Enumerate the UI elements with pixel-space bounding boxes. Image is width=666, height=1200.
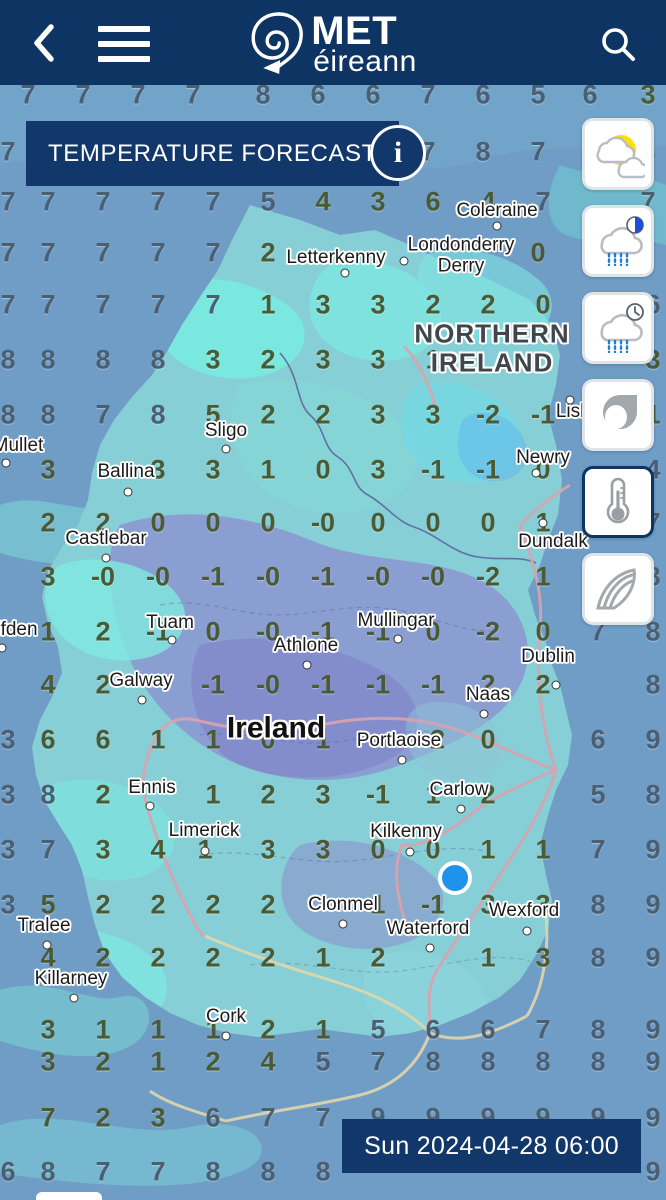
- logo-secondary-text: éireann: [313, 44, 417, 78]
- weather-forecast-layer-button[interactable]: [582, 118, 654, 190]
- hamburger-bar: [98, 41, 150, 47]
- place-marker-dot: [456, 804, 466, 814]
- place-label: Galway: [109, 670, 173, 691]
- chevron-left-icon: [34, 24, 54, 62]
- cloud-rain-radar-icon: [600, 216, 644, 266]
- current-location-marker[interactable]: [438, 861, 472, 895]
- place-label: Clifden: [0, 619, 38, 640]
- place-label: Letterkenny: [286, 247, 386, 268]
- place-marker-dot: [145, 801, 155, 811]
- app-header: MET éireann: [0, 0, 666, 85]
- place-label: Clonmel: [308, 894, 378, 915]
- place-marker-dot: [531, 468, 541, 478]
- place-label: Carlow: [429, 779, 489, 800]
- place-label: Limerick: [168, 820, 240, 841]
- place-label: Portlaoise: [356, 730, 442, 751]
- back-button[interactable]: [22, 22, 64, 64]
- place-marker-dot: [479, 709, 489, 719]
- place-label: Killarney: [34, 968, 108, 989]
- place-label: Mullet: [0, 435, 44, 456]
- rainfall-radar-layer-button[interactable]: [582, 205, 654, 277]
- place-marker-dot: [221, 1031, 231, 1041]
- place-marker-dot: [338, 919, 348, 929]
- wind-swirl-icon: [596, 568, 636, 610]
- place-label: Sligo: [204, 420, 248, 441]
- place-label: Kilkenny: [370, 821, 442, 842]
- place-label: Tralee: [17, 915, 71, 936]
- place-marker-dot: [399, 256, 409, 266]
- place-label: Ennis: [128, 777, 176, 798]
- place-label: Tuam: [146, 612, 194, 633]
- place-label: Londonderry Derry: [407, 234, 515, 276]
- place-marker-dot: [522, 926, 532, 936]
- lightning-layer-button[interactable]: [582, 379, 654, 451]
- place-label: Coleraine: [456, 200, 538, 221]
- info-button[interactable]: i: [370, 125, 426, 181]
- place-label: Dundalk: [518, 531, 588, 552]
- place-marker-dot: [200, 846, 210, 856]
- place-marker-dot: [101, 553, 111, 563]
- thermometer-icon: [606, 477, 630, 524]
- place-label: Naas: [465, 684, 511, 705]
- search-button[interactable]: [596, 22, 640, 66]
- menu-button[interactable]: [98, 26, 150, 62]
- weather-map-screen: 7777866765637678737777754364777777720777…: [0, 0, 666, 1200]
- place-label: Cork: [205, 1006, 247, 1027]
- place-label: Mullingar: [357, 610, 435, 631]
- place-marker-dot: [565, 395, 575, 405]
- place-marker-dot: [393, 634, 403, 644]
- hamburger-bar: [98, 26, 150, 32]
- place-marker-dot: [69, 993, 79, 1003]
- place-marker-dot: [340, 268, 350, 278]
- place-marker-dot: [405, 847, 415, 857]
- place-label: Athlone: [273, 635, 339, 656]
- place-label: Waterford: [386, 918, 470, 939]
- place-marker-dot: [221, 444, 231, 454]
- place-marker-dot: [538, 518, 548, 528]
- timestamp-text: Sun 2024-04-28 06:00: [364, 1131, 619, 1160]
- met-spiral-logo-icon: [251, 12, 303, 74]
- place-marker-dot: [123, 487, 133, 497]
- wind-layer-button[interactable]: [582, 553, 654, 625]
- place-label: Ballina: [97, 461, 155, 482]
- place-label: Wexford: [488, 900, 560, 921]
- cloud-rain-clock-icon: [600, 303, 644, 353]
- country-label-northern-ireland: NORTHERN IRELAND: [414, 318, 570, 377]
- place-marker-dot: [551, 680, 561, 690]
- place-marker-dot: [1, 458, 11, 468]
- place-marker-dot: [492, 221, 502, 231]
- place-marker-dot: [302, 660, 312, 670]
- country-label-ireland: Ireland: [226, 711, 326, 745]
- place-label: Newry: [516, 447, 570, 468]
- sun-cloud-icon: [596, 135, 645, 179]
- map-layer-switcher[interactable]: [582, 118, 654, 625]
- forecast-title-banner: TEMPERATURE FORECAST: [26, 121, 399, 186]
- droplet-icon: [603, 395, 637, 429]
- place-marker-dot: [42, 940, 52, 950]
- met-eireann-logo: MET éireann: [249, 10, 417, 78]
- forecast-timestamp: Sun 2024-04-28 06:00: [342, 1119, 641, 1173]
- temperature-layer-button[interactable]: [582, 466, 654, 538]
- bottom-handle: [36, 1192, 102, 1200]
- place-marker-dot: [397, 755, 407, 765]
- hamburger-bar: [98, 56, 150, 62]
- place-marker-dot: [425, 943, 435, 953]
- info-icon: i: [393, 136, 403, 169]
- place-label: Dublin: [521, 646, 575, 667]
- forecast-title-text: TEMPERATURE FORECAST: [48, 139, 377, 167]
- place-marker-dot: [137, 695, 147, 705]
- place-label: Castlebar: [65, 528, 147, 549]
- rainfall-forecast-layer-button[interactable]: [582, 292, 654, 364]
- search-icon: [602, 28, 635, 61]
- place-marker-dot: [167, 635, 177, 645]
